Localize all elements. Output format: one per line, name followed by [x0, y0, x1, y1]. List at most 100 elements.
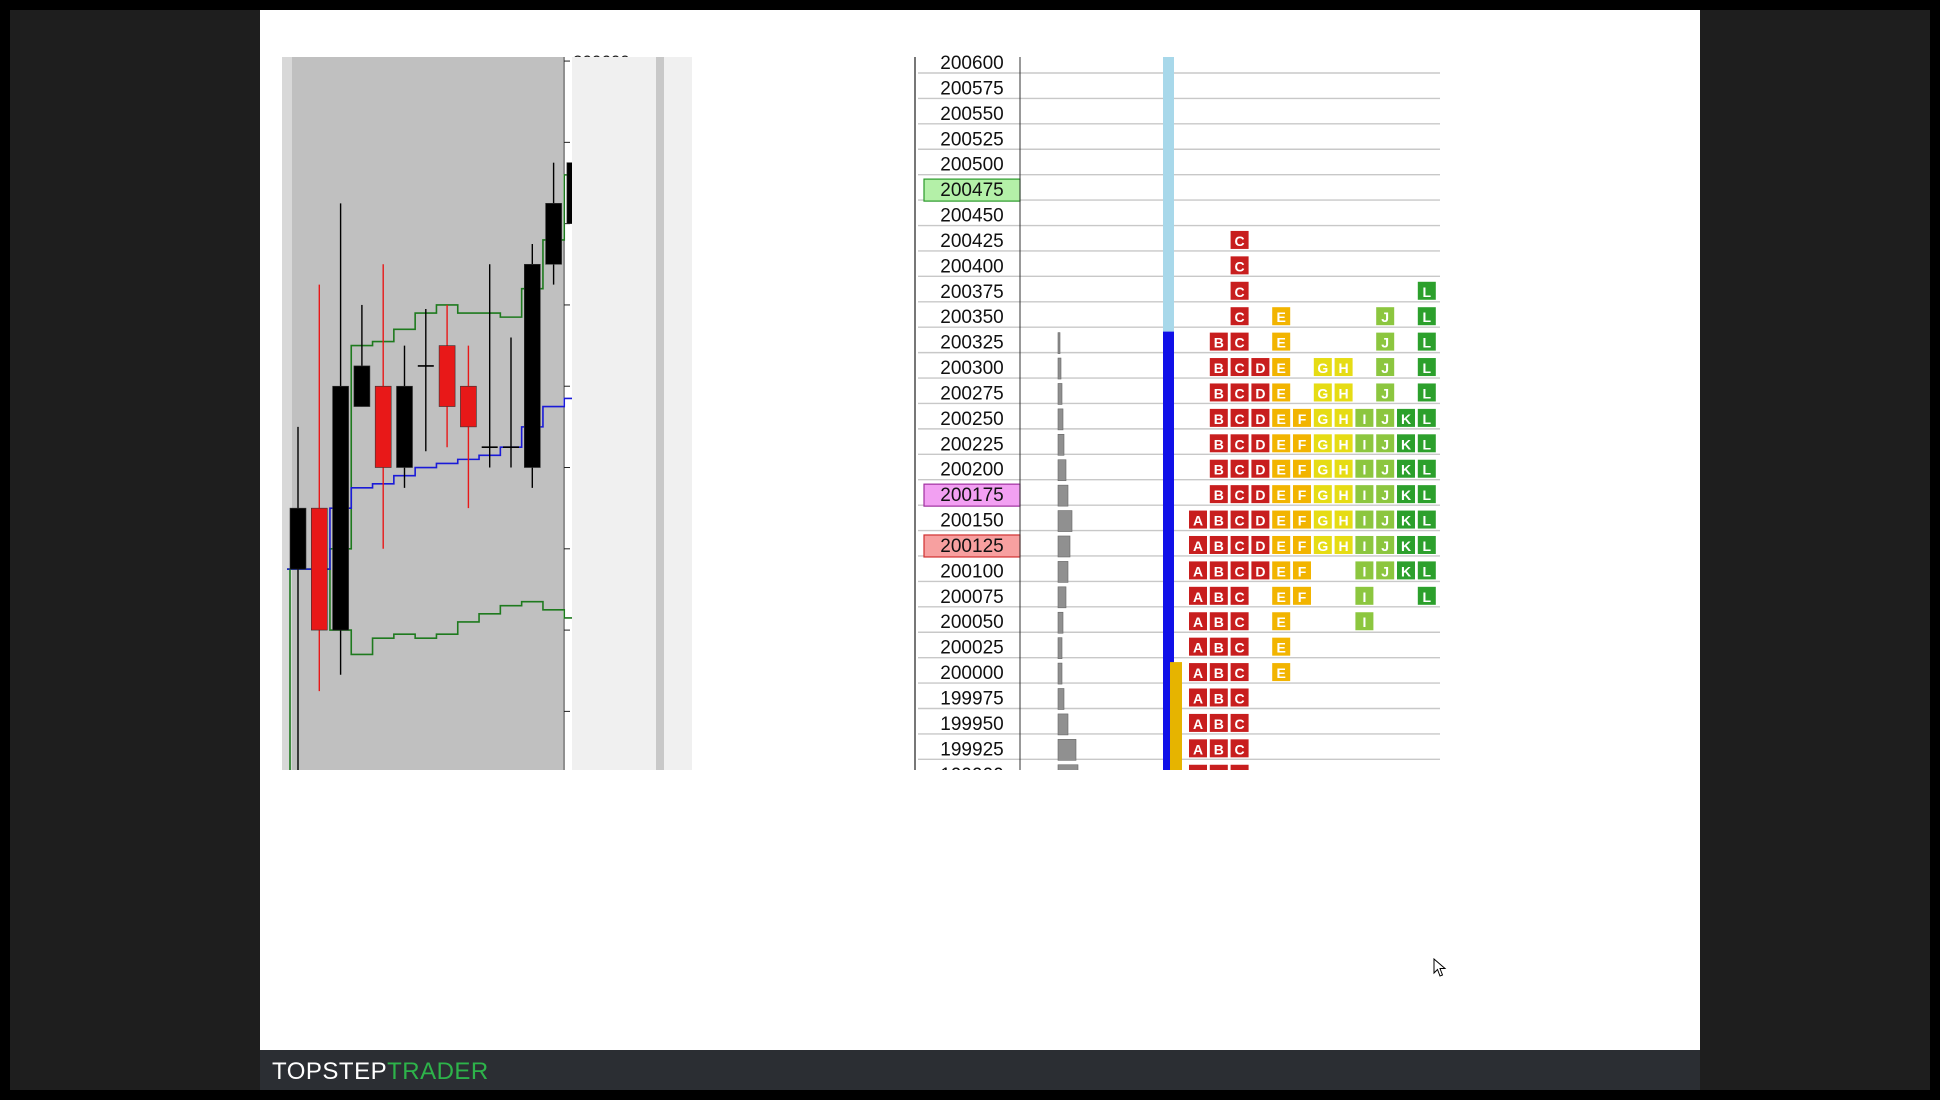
profile-price-label: 200200	[940, 460, 1003, 481]
tpo-letter: G	[1317, 487, 1328, 503]
profile-price-label: 200475	[940, 180, 1003, 201]
tpo-letter: L	[1423, 462, 1432, 478]
left-histogram-bar	[1057, 611, 1064, 634]
profile-price-label: 200525	[940, 129, 1003, 150]
tpo-letter: G	[1317, 411, 1328, 427]
tpo-letter: C	[1235, 462, 1245, 478]
profile-price-label: 200000	[940, 663, 1003, 684]
tpo-letter: A	[1193, 513, 1203, 529]
tpo-letter: D	[1255, 385, 1265, 401]
tpo-letter: G	[1317, 513, 1328, 529]
tpo-letter: L	[1423, 385, 1432, 401]
profile-price-label: 199900	[940, 765, 1003, 770]
tpo-letter: A	[1193, 767, 1203, 770]
tpo-letter: A	[1193, 741, 1203, 757]
profile-price-label: 200150	[940, 511, 1003, 532]
tpo-letter: I	[1362, 563, 1366, 579]
tpo-letter: H	[1339, 436, 1349, 452]
plot-background	[282, 57, 563, 770]
candle-body	[353, 365, 371, 407]
tpo-letter: L	[1423, 513, 1432, 529]
tpo-letter: B	[1214, 538, 1224, 554]
tpo-letter: J	[1381, 385, 1389, 401]
candle-body	[374, 385, 392, 468]
tpo-letter: H	[1339, 411, 1349, 427]
tpo-letter: I	[1362, 462, 1366, 478]
tpo-letter: B	[1214, 360, 1224, 376]
tpo-letter: B	[1214, 741, 1224, 757]
tpo-letter: J	[1381, 360, 1389, 376]
profile-price-label: 200575	[940, 78, 1003, 99]
candle-body	[396, 385, 413, 468]
tpo-letter: H	[1339, 513, 1349, 529]
tpo-letter: C	[1235, 589, 1245, 605]
tpo-letter: F	[1298, 538, 1307, 554]
tpo-letter: C	[1235, 716, 1245, 732]
tpo-letter: C	[1235, 665, 1245, 681]
topsteptrader-logo: TOPSTEPTRADER	[272, 1058, 489, 1086]
tpo-letter: E	[1277, 640, 1286, 656]
tpo-letter: E	[1277, 563, 1286, 579]
tpo-letter: F	[1298, 563, 1307, 579]
profile-price-label: 200425	[940, 231, 1003, 252]
profile-price-label: 199925	[940, 739, 1003, 760]
tpo-letter: E	[1277, 411, 1286, 427]
mouse-cursor-icon	[1433, 958, 1447, 977]
tpo-letter: B	[1214, 487, 1224, 503]
profile-price-label: 200300	[940, 358, 1003, 379]
tpo-letter: A	[1193, 665, 1203, 681]
left-histogram-bar	[1057, 561, 1069, 583]
candlestick-chart: 2006002005002004002003002002002001002000…	[282, 52, 692, 770]
tpo-letter: L	[1423, 538, 1432, 554]
tpo-letter: J	[1381, 538, 1389, 554]
tpo-letter: I	[1362, 411, 1366, 427]
profile-price-label: 200400	[940, 256, 1003, 277]
tpo-letter: C	[1235, 284, 1245, 300]
tpo-letter: J	[1381, 436, 1389, 452]
tpo-letter: K	[1401, 436, 1411, 452]
tpo-letter: A	[1193, 614, 1203, 630]
tpo-letter: B	[1214, 589, 1224, 605]
tpo-letter: K	[1401, 487, 1411, 503]
candle-body	[460, 385, 477, 428]
tpo-letter: H	[1339, 538, 1349, 554]
tpo-letter: C	[1235, 741, 1245, 757]
tpo-letter: C	[1235, 487, 1245, 503]
video-frame: 200600 200500 200400 200300 200200 200100 2000…	[10, 10, 1930, 1090]
tpo-letter: J	[1381, 487, 1389, 503]
tpo-letter: A	[1193, 563, 1203, 579]
tpo-letter: C	[1235, 513, 1245, 529]
tpo-letter: K	[1401, 411, 1411, 427]
tpo-letter: E	[1277, 462, 1286, 478]
tpo-letter: I	[1362, 589, 1366, 605]
tpo-letter: A	[1193, 589, 1203, 605]
tpo-letter: L	[1423, 309, 1432, 325]
tpo-letter: B	[1214, 691, 1224, 707]
tpo-letter: A	[1193, 691, 1203, 707]
tpo-letter: J	[1381, 462, 1389, 478]
profile-price-label: 200050	[940, 612, 1003, 633]
tpo-letter: E	[1277, 538, 1286, 554]
tpo-letter: F	[1298, 462, 1307, 478]
left-histogram-bar	[1057, 510, 1073, 532]
profile-price-label: 199950	[940, 714, 1003, 735]
tpo-letter: E	[1277, 309, 1286, 325]
tpo-letter: J	[1381, 513, 1389, 529]
tpo-letter: E	[1277, 335, 1286, 351]
tpo-letter: H	[1339, 385, 1349, 401]
tpo-letter: C	[1235, 411, 1245, 427]
tpo-letter: B	[1214, 716, 1224, 732]
tpo-letter: J	[1381, 335, 1389, 351]
tpo-letter: I	[1362, 487, 1366, 503]
tpo-letter: H	[1339, 360, 1349, 376]
tpo-letter: B	[1214, 513, 1224, 529]
tpo-letter: C	[1235, 309, 1245, 325]
tpo-letter: G	[1317, 436, 1328, 452]
tpo-letter: F	[1298, 411, 1307, 427]
tpo-letter: C	[1235, 258, 1245, 274]
tpo-letter: D	[1255, 487, 1265, 503]
separator-panel	[572, 57, 692, 770]
tpo-letter: I	[1362, 513, 1366, 529]
tpo-letter: G	[1317, 385, 1328, 401]
profile-price-label: 200500	[940, 155, 1003, 176]
